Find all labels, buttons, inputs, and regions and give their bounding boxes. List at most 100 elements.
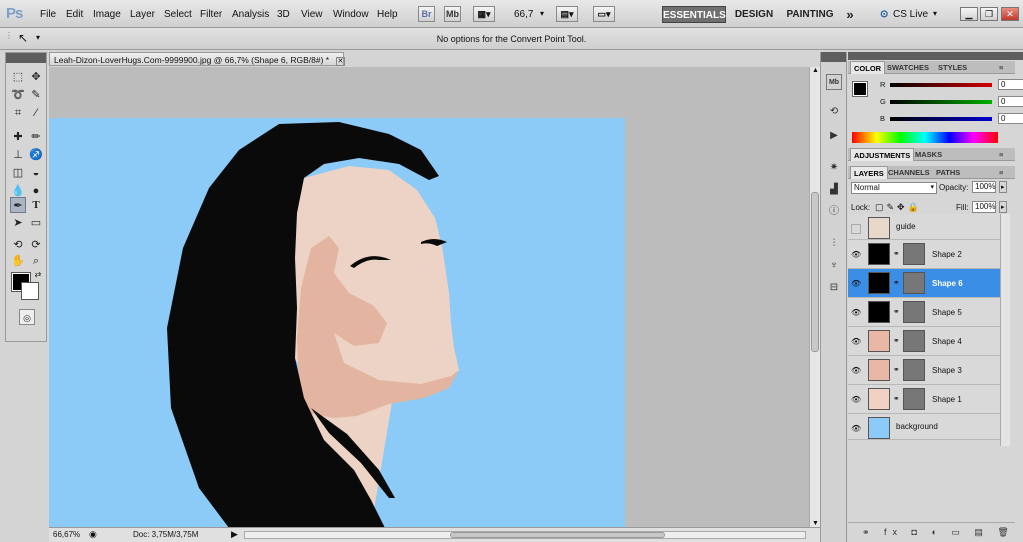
more-workspaces-icon[interactable]: » [843,6,857,23]
slider-r-value[interactable]: 0 [998,79,1023,90]
horizontal-scroll-thumb[interactable] [450,532,665,538]
close-button[interactable]: ✕ [1001,7,1019,21]
scroll-up-icon[interactable]: ▲ [812,67,819,74]
scroll-thumb[interactable] [811,192,819,352]
horizontal-scrollbar[interactable] [244,531,806,539]
opacity-input[interactable]: 100% [972,181,996,193]
workspace-painting[interactable]: PAINTING [783,6,837,23]
slider-r[interactable]: R 0 [878,79,1023,90]
scroll-down-icon[interactable]: ▼ [812,520,819,527]
color-ramp[interactable] [852,132,998,143]
layers-scrollbar[interactable] [1000,214,1010,446]
vector-mask-thumbnail[interactable] [903,359,925,381]
visibility-eye-icon[interactable] [851,224,861,234]
info-icon[interactable]: ⓘ [826,204,842,220]
restore-button[interactable]: ❐ [980,7,998,21]
chevron-down-icon[interactable]: ▾ [933,9,937,18]
panel-menu-icon[interactable]: ≡ [996,166,1006,179]
hand-tool-icon[interactable]: ✋ [10,253,26,269]
panels-grip[interactable] [848,52,1023,60]
minimize-button[interactable]: ▁ [960,7,978,21]
layer-row[interactable]: 👁 ⚭ Shape 4 [848,327,1000,356]
mini-bridge-icon[interactable]: Mb [826,74,842,90]
layer-thumbnail[interactable] [868,301,890,323]
layer-thumbnail[interactable] [868,417,890,439]
close-tab-icon[interactable]: ✕ [335,57,346,66]
menu-analysis[interactable]: Analysis [232,9,269,20]
menu-file[interactable]: File [40,9,56,20]
blend-mode-select[interactable]: Normal ▾ [851,182,937,194]
workspace-design[interactable]: DESIGN [733,6,775,23]
menu-image[interactable]: Image [93,9,121,20]
marquee-tool-icon[interactable]: ⬚ [10,69,26,85]
slider-b-track[interactable] [890,117,992,121]
visibility-eye-icon[interactable]: 👁 [851,279,861,288]
layer-thumbnail[interactable] [868,272,890,294]
tab-adjustments[interactable]: ADJUSTMENTS [850,148,915,161]
layer-thumbnail[interactable] [868,243,890,265]
healing-brush-tool-icon[interactable]: ✚ [10,129,26,145]
link-icon[interactable]: ⚭ [893,307,900,316]
navigator-icon[interactable]: ✷ [826,160,842,176]
layer-row[interactable]: 👁 ⚭ Shape 5 [848,298,1000,327]
status-menu-arrow-icon[interactable]: ▶ [231,529,238,540]
layer-thumbnail[interactable] [868,330,890,352]
slider-g-value[interactable]: 0 [998,96,1023,107]
3d-orbit-tool-icon[interactable]: ⟳ [28,237,44,253]
brush-presets-icon[interactable]: ⫶ [826,236,842,252]
tab-paths[interactable]: PATHS [933,166,963,179]
fill-input[interactable]: 100% [972,201,996,213]
tab-swatches[interactable]: SWATCHES [884,61,932,74]
visibility-eye-icon[interactable]: 👁 [851,424,861,433]
menu-window[interactable]: Window [333,9,369,20]
cs-live-icon[interactable]: ⊙ [880,9,888,20]
tab-styles[interactable]: STYLES [935,61,970,74]
link-icon[interactable]: ⚭ [893,336,900,345]
layer-thumbnail[interactable] [868,388,890,410]
menu-filter[interactable]: Filter [200,9,222,20]
screen-mode-button[interactable]: ▭▾ [593,6,615,22]
actions-icon[interactable]: ▶ [826,128,842,144]
layer-row[interactable]: 👁 ⚭ Shape 1 [848,385,1000,414]
menu-help[interactable]: Help [377,9,398,20]
character-icon[interactable]: ⊟ [826,280,842,296]
layer-row[interactable]: 👁 background [848,414,1000,440]
layer-row[interactable]: 👁 ⚭ Shape 3 [848,356,1000,385]
quick-select-tool-icon[interactable]: ✎ [28,87,44,103]
layer-row[interactable]: 👁 ⚭ Shape 2 [848,240,1000,269]
link-icon[interactable]: ⚭ [893,278,900,287]
layer-row[interactable]: guide [848,214,1000,240]
link-icon[interactable]: ⚭ [893,394,900,403]
visibility-eye-icon[interactable]: 👁 [851,250,861,259]
eraser-tool-icon[interactable]: ◫ [10,165,26,181]
artboard[interactable] [49,118,625,527]
arrange-documents-button[interactable]: ▤▾ [556,6,578,22]
background-color-swatch[interactable] [21,282,39,300]
tab-masks[interactable]: MASKS [912,148,945,161]
slider-r-track[interactable] [890,83,992,87]
quick-mask-icon[interactable]: ◎ [19,309,35,325]
clone-stamp-tool-icon[interactable]: ⊥ [10,147,26,163]
status-info-icon[interactable]: ◉ [89,529,97,540]
mini-bridge-button[interactable]: Mb [444,6,461,22]
chevron-down-icon[interactable]: ▾ [540,9,544,18]
vector-mask-thumbnail[interactable] [903,272,925,294]
dock-grip[interactable] [821,52,846,62]
fill-arrow-icon[interactable]: ▸ [999,201,1007,213]
clone-source-icon[interactable]: ♆ [826,258,842,274]
menu-layer[interactable]: Layer [130,9,155,20]
slider-b[interactable]: B 0 [878,113,1023,124]
lasso-tool-icon[interactable]: ➰ [10,87,26,103]
vertical-scrollbar[interactable]: ▲ ▼ [809,67,820,527]
menu-select[interactable]: Select [164,9,192,20]
slider-g-track[interactable] [890,100,992,104]
tab-color[interactable]: COLOR [850,61,886,74]
opacity-arrow-icon[interactable]: ▸ [999,181,1007,193]
panel-menu-icon[interactable]: ≡ [996,61,1006,74]
3d-rotate-tool-icon[interactable]: ⟲ [10,237,26,253]
type-tool-icon[interactable]: T [28,197,44,213]
layers-footer-icons[interactable]: ⚭ fx ◘ ◐ ▭ ▤ 🗑 [848,522,1015,542]
visibility-eye-icon[interactable]: 👁 [851,395,861,404]
cs-live-button[interactable]: CS Live [893,9,928,20]
slider-b-value[interactable]: 0 [998,113,1023,124]
